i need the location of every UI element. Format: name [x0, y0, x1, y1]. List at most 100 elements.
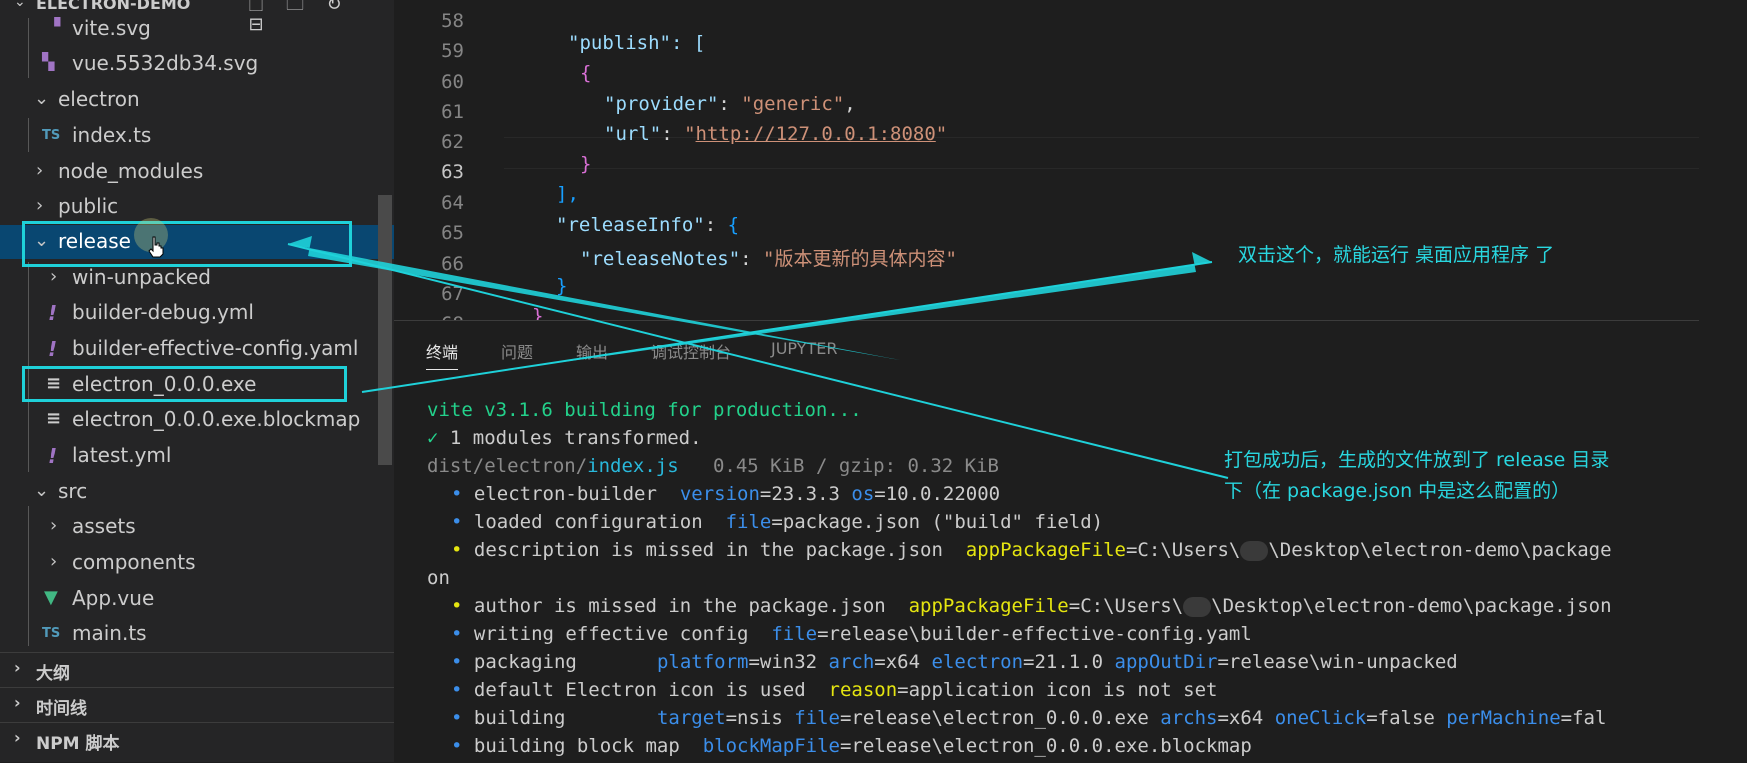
yaml-file-icon: !: [48, 444, 58, 468]
code-editor[interactable]: 58 "publish": [ 59 { 60 "provider": "gen…: [394, 0, 1699, 357]
hand-cursor-icon: [148, 236, 164, 258]
annotation-note-release-line1: 打包成功后，生成的文件放到了 release 目录: [1224, 449, 1610, 471]
terminal-text: loaded configuration: [473, 511, 726, 533]
tree-item-src-folder[interactable]: ⌄ src: [0, 475, 394, 509]
terminal-key: platform: [656, 651, 749, 673]
tab-terminal[interactable]: 终端: [426, 339, 459, 370]
section-npm-scripts[interactable]: › NPM 脚本: [0, 722, 394, 757]
new-file-icon[interactable]: 🗋: [244, 0, 268, 15]
terminal-line: • loaded configuration file=package.json…: [451, 511, 1103, 539]
tree-item-components[interactable]: › components: [0, 546, 394, 580]
chevron-down-icon[interactable]: ⌄: [14, 0, 26, 10]
terminal-key: target: [656, 707, 726, 729]
terminal-text: =release\builder-effective-config.yaml: [817, 623, 1252, 645]
redacted-username: [1240, 540, 1269, 561]
tree-item-builder-effective-config[interactable]: ! builder-effective-config.yaml: [0, 332, 394, 366]
tree-item-builder-debug[interactable]: ! builder-debug.yml: [0, 296, 394, 330]
terminal-text: index.js: [587, 455, 679, 477]
terminal-text: =package.json ("build" field): [771, 511, 1104, 533]
terminal-key: file: [725, 511, 772, 533]
terminal-text: =10.0.22000: [874, 483, 1001, 505]
chevron-down-icon: ⌄: [34, 480, 50, 501]
tree-item-vite-svg[interactable]: ▝ vite.svg: [0, 12, 394, 46]
terminal-text: description is missed in the package.jso…: [473, 539, 966, 561]
terminal-text: building block map: [473, 735, 703, 757]
terminal-text: \Desktop\electron-demo\package.json: [1211, 595, 1612, 617]
terminal-text: electron-builder: [473, 483, 680, 505]
typescript-file-icon: TS: [42, 128, 61, 143]
terminal-line: • electron-builder version=23.3.3 os=10.…: [451, 483, 1000, 511]
redacted-username: [1183, 596, 1212, 617]
terminal-text: author is missed in the package.json: [473, 595, 909, 617]
highlight-box-release: [22, 221, 352, 267]
terminal-key: blockMapFile: [702, 735, 840, 757]
code-line: 68 }: [394, 291, 1699, 357]
tree-item-label: node_modules: [58, 159, 204, 183]
terminal-text: 1 modules transformed.: [438, 427, 702, 449]
tree-item-vue-svg[interactable]: ▚ vue.5532db34.svg: [0, 47, 394, 81]
tab-jupyter[interactable]: JUPYTER: [771, 339, 838, 358]
tree-item-label: builder-debug.yml: [72, 300, 254, 324]
terminal-key: arch: [828, 651, 875, 673]
bullet-icon: •: [451, 679, 463, 701]
terminal-key: file: [771, 623, 818, 645]
chevron-right-icon: ›: [36, 195, 44, 216]
terminal-key: oneClick: [1274, 707, 1367, 729]
terminal-text: =x64: [1217, 707, 1275, 729]
tree-item-assets[interactable]: › assets: [0, 510, 394, 544]
terminal-text: writing effective config: [473, 623, 772, 645]
chevron-down-icon: ⌄: [34, 88, 50, 109]
terminal-key: reason: [828, 679, 898, 701]
code-line: 59 {: [394, 18, 1699, 84]
terminal-line: vite v3.1.6 building for production...: [427, 399, 862, 421]
terminal-key: perMachine: [1446, 707, 1561, 729]
tree-item-index-ts[interactable]: TS index.ts: [0, 119, 394, 153]
terminal-text: =false: [1366, 707, 1447, 729]
tree-item-label: main.ts: [72, 621, 147, 645]
terminal-text: =21.1.0: [1023, 651, 1115, 673]
section-outline[interactable]: › 大纲: [0, 652, 394, 687]
tree-item-electron-blockmap[interactable]: ≡ electron_0.0.0.exe.blockmap: [0, 403, 394, 437]
tree-item-label: latest.yml: [72, 443, 172, 467]
tree-item-label: src: [58, 479, 88, 503]
chevron-right-icon: ›: [50, 266, 58, 287]
tree-item-public[interactable]: › public: [0, 190, 394, 224]
bottom-panel: 终端 问题 输出 调试控制台 JUPYTER vite v3.1.6 build…: [394, 320, 1699, 763]
terminal-text: =fal: [1560, 707, 1607, 729]
vue-file-icon: ▼: [44, 587, 58, 608]
tree-item-main-ts[interactable]: TS main.ts: [0, 617, 394, 651]
tree-item-node-modules[interactable]: › node_modules: [0, 155, 394, 189]
highlight-box-exe: [22, 366, 347, 402]
bullet-icon: •: [451, 651, 463, 673]
terminal-key: appPackageFile: [965, 539, 1126, 561]
terminal-key: archs: [1160, 707, 1218, 729]
code-line: 58 "publish": [: [394, 0, 1699, 54]
terminal-text: packaging: [473, 651, 657, 673]
tab-debug-console[interactable]: 调试控制台: [651, 339, 731, 363]
explorer-scrollbar[interactable]: [378, 195, 392, 465]
typescript-file-icon: TS: [42, 626, 61, 641]
terminal-key: appPackageFile: [908, 595, 1069, 617]
yaml-file-icon: !: [48, 301, 58, 325]
tree-item-label: public: [58, 194, 119, 218]
terminal-text: \Desktop\electron-demo\package: [1268, 539, 1612, 561]
terminal-key: file: [794, 707, 840, 729]
terminal-text: =win32: [748, 651, 829, 673]
terminal-text: =x64: [874, 651, 932, 673]
tab-output[interactable]: 输出: [576, 339, 608, 363]
tree-item-app-vue[interactable]: ▼ App.vue: [0, 582, 394, 616]
section-timeline[interactable]: › 时间线: [0, 687, 394, 722]
tree-item-latest-yml[interactable]: ! latest.yml: [0, 439, 394, 473]
terminal-line: • default Electron icon is used reason=a…: [451, 679, 1217, 707]
tree-item-label: assets: [72, 514, 136, 538]
terminal-text: 0.45 KiB / gzip: 0.32 KiB: [678, 455, 999, 477]
code-line: 63 ],: [394, 139, 1699, 205]
svg-file-icon: ▝: [48, 17, 61, 36]
new-folder-icon[interactable]: 🗀: [283, 0, 307, 15]
tree-item-electron-folder[interactable]: ⌄ electron: [0, 83, 394, 117]
chevron-right-icon: ›: [36, 160, 44, 181]
bullet-icon: •: [451, 483, 463, 505]
terminal-text: =C:\Users\: [1125, 539, 1241, 561]
terminal-key: os: [851, 483, 875, 505]
tab-problems[interactable]: 问题: [501, 339, 533, 363]
